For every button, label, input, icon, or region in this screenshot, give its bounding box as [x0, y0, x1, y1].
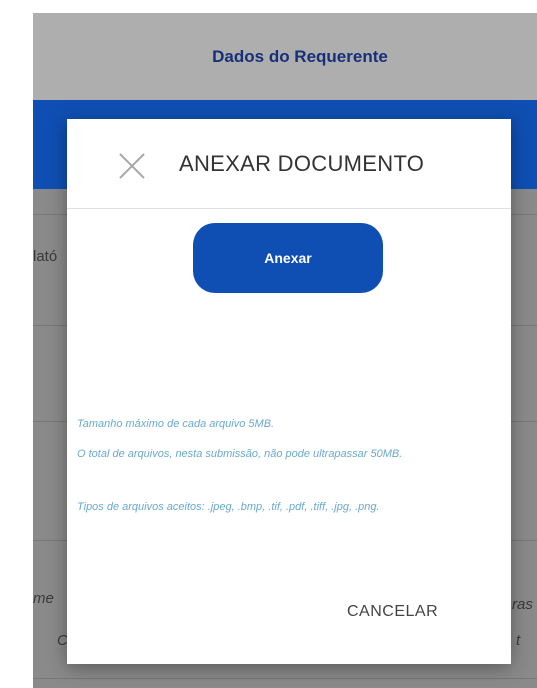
background-label: ras — [512, 596, 533, 613]
cancel-button[interactable]: CANCELAR — [347, 603, 438, 621]
attach-document-modal: ANEXAR DOCUMENTO Anexar Tamanho máximo d… — [67, 119, 511, 664]
info-max-file-size: Tamanho máximo de cada arquivo 5MB. — [77, 418, 275, 430]
attach-button[interactable]: Anexar — [193, 223, 383, 293]
close-button[interactable] — [115, 149, 149, 183]
modal-header: ANEXAR DOCUMENTO — [67, 119, 511, 209]
divider — [33, 678, 537, 679]
background-label: lató — [33, 248, 58, 265]
modal-title: ANEXAR DOCUMENTO — [179, 151, 425, 176]
background-label: me — [33, 590, 54, 607]
background-label: t — [516, 632, 521, 649]
close-icon — [119, 153, 145, 179]
page-title: Dados do Requerente — [212, 46, 388, 66]
page-header: Dados do Requerente — [33, 13, 537, 100]
info-accepted-types: Tipos de arquivos aceitos: .jpeg, .bmp, … — [77, 501, 380, 513]
info-max-total-size: O total de arquivos, nesta submissão, nã… — [77, 448, 403, 460]
